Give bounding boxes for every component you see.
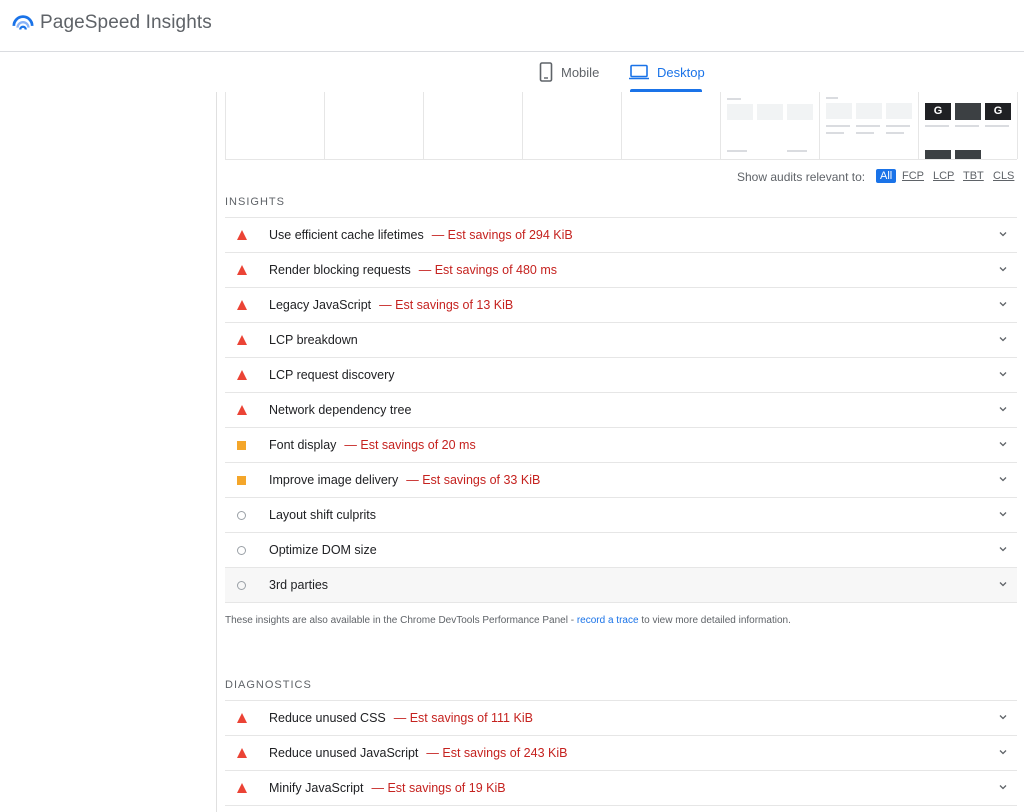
device-tabs: Mobile Desktop	[0, 52, 1024, 92]
audit-title: Render blocking requests	[269, 263, 411, 277]
top-app-bar: PageSpeed Insights	[0, 0, 1024, 52]
audit-item[interactable]: Optimize DOM size	[225, 532, 1017, 567]
audit-item[interactable]: Use efficient cache lifetimes — Est savi…	[225, 217, 1017, 252]
fail-triangle-icon	[236, 783, 247, 794]
chevron-down-icon[interactable]	[999, 440, 1007, 448]
diagnostics-heading: DIAGNOSTICS	[225, 679, 312, 691]
audit-savings: — Est savings of 19 KiB	[371, 781, 506, 795]
audit-item[interactable]: Improve image delivery — Est savings of …	[225, 462, 1017, 497]
filter-chip-cls[interactable]: CLS	[993, 170, 1014, 182]
chevron-down-icon[interactable]	[999, 510, 1007, 518]
audit-title: LCP breakdown	[269, 333, 358, 347]
fail-triangle-icon	[236, 405, 247, 416]
filmstrip-frame	[820, 92, 919, 159]
info-circle-icon	[236, 580, 247, 591]
audit-savings: — Est savings of 20 ms	[344, 438, 476, 452]
tab-desktop[interactable]: Desktop	[629, 52, 705, 92]
audit-item[interactable]: Network dependency tree	[225, 392, 1017, 427]
chevron-down-icon[interactable]	[999, 713, 1007, 721]
filmstrip-frame	[424, 92, 523, 159]
chevron-down-icon[interactable]	[999, 475, 1007, 483]
audit-title: Reduce unused CSS	[269, 711, 386, 725]
record-trace-link[interactable]: record a trace	[577, 615, 639, 626]
audit-item[interactable]: LCP request discovery	[225, 357, 1017, 392]
average-square-icon	[236, 440, 247, 451]
chevron-down-icon[interactable]	[999, 300, 1007, 308]
audit-item[interactable]: LCP breakdown	[225, 322, 1017, 357]
tab-mobile[interactable]: Mobile	[539, 52, 599, 92]
audit-item[interactable]: Minify JavaScript — Est savings of 19 Ki…	[225, 770, 1017, 806]
audit-item[interactable]: Reduce unused JavaScript — Est savings o…	[225, 735, 1017, 770]
audit-savings: — Est savings of 243 KiB	[426, 746, 568, 760]
audit-title: Improve image delivery	[269, 473, 399, 487]
phone-icon	[539, 62, 553, 82]
audit-savings: — Est savings of 111 KiB	[393, 711, 533, 725]
chevron-down-icon[interactable]	[999, 748, 1007, 756]
chevron-down-icon[interactable]	[999, 783, 1007, 791]
audit-item[interactable]: 3rd parties	[225, 567, 1017, 603]
audit-item[interactable]: Render blocking requests — Est savings o…	[225, 252, 1017, 287]
audit-savings: — Est savings of 13 KiB	[379, 298, 514, 312]
audit-item[interactable]: Legacy JavaScript — Est savings of 13 Ki…	[225, 287, 1017, 322]
app-title[interactable]: PageSpeed Insights	[40, 12, 212, 34]
audit-title: Legacy JavaScript	[269, 298, 372, 312]
chevron-down-icon[interactable]	[999, 335, 1007, 343]
insights-heading: INSIGHTS	[225, 196, 285, 208]
fail-triangle-icon	[236, 335, 247, 346]
tab-desktop-label: Desktop	[657, 64, 705, 80]
insights-note-suffix: to view more detailed information.	[638, 615, 791, 626]
chevron-down-icon[interactable]	[999, 580, 1007, 588]
filmstrip-frame	[225, 92, 325, 159]
filmstrip-frame	[523, 92, 622, 159]
insights-note: These insights are also available in the…	[225, 615, 791, 626]
audit-item[interactable]: Font display — Est savings of 20 ms	[225, 427, 1017, 462]
audit-filter: Show audits relevant to: All FCP LCP TBT…	[217, 169, 1017, 186]
audit-title: Reduce unused JavaScript	[269, 746, 419, 760]
pagespeed-logo-icon[interactable]	[12, 13, 34, 35]
audit-item[interactable]: Reduce unused CSS — Est savings of 111 K…	[225, 700, 1017, 735]
filmstrip-frame	[325, 92, 424, 159]
fail-triangle-icon	[236, 265, 247, 276]
fail-triangle-icon	[236, 370, 247, 381]
chevron-down-icon[interactable]	[999, 545, 1007, 553]
info-circle-icon	[236, 545, 247, 556]
audit-title: Use efficient cache lifetimes	[269, 228, 424, 242]
tab-mobile-label: Mobile	[561, 64, 600, 80]
audit-title: Font display	[269, 438, 337, 452]
audit-title: LCP request discovery	[269, 368, 395, 382]
filmstrip-frame	[622, 92, 721, 159]
filter-chip-fcp[interactable]: FCP	[902, 170, 924, 182]
audit-title: Network dependency tree	[269, 403, 412, 417]
filmstrip-frame: G G	[919, 92, 1018, 159]
report-content: G G Show audits relevant to: All FCP LCP…	[216, 92, 1024, 812]
fail-triangle-icon	[236, 300, 247, 311]
fail-triangle-icon	[236, 713, 247, 724]
filter-chip-tbt[interactable]: TBT	[963, 170, 984, 182]
audit-savings: — Est savings of 294 KiB	[431, 228, 573, 242]
audit-title: Minify JavaScript	[269, 781, 364, 795]
average-square-icon	[236, 475, 247, 486]
chevron-down-icon[interactable]	[999, 405, 1007, 413]
audit-title: Optimize DOM size	[269, 543, 377, 557]
chevron-down-icon[interactable]	[999, 265, 1007, 273]
insights-list: Use efficient cache lifetimes — Est savi…	[225, 217, 1017, 603]
audit-savings: — Est savings of 33 KiB	[406, 473, 541, 487]
filter-chip-all[interactable]: All	[876, 169, 897, 183]
filmstrip: G G	[225, 92, 1018, 160]
filmstrip-frame	[721, 92, 820, 159]
chevron-down-icon[interactable]	[999, 370, 1007, 378]
filter-chip-lcp[interactable]: LCP	[933, 170, 954, 182]
diagnostics-list: Reduce unused CSS — Est savings of 111 K…	[225, 700, 1017, 806]
audit-filter-label: Show audits relevant to:	[737, 170, 866, 184]
audit-title: Layout shift culprits	[269, 508, 376, 522]
laptop-icon	[629, 64, 649, 80]
audit-savings: — Est savings of 480 ms	[418, 263, 558, 277]
audit-item[interactable]: Layout shift culprits	[225, 497, 1017, 532]
insights-note-text: These insights are also available in the…	[225, 615, 577, 626]
fail-triangle-icon	[236, 748, 247, 759]
chevron-down-icon[interactable]	[999, 230, 1007, 238]
fail-triangle-icon	[236, 230, 247, 241]
audit-title: 3rd parties	[269, 578, 329, 592]
info-circle-icon	[236, 510, 247, 521]
